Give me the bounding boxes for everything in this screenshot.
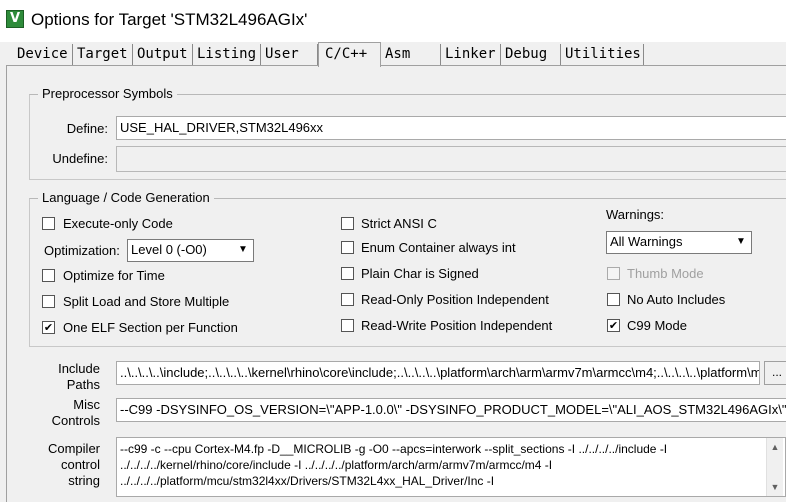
ro-position-independent-label: Read-Only Position Independent bbox=[361, 292, 549, 307]
include-paths-label-line1: Include bbox=[58, 361, 100, 376]
enum-container-checkbox[interactable] bbox=[341, 241, 354, 254]
warnings-label: Warnings: bbox=[606, 207, 665, 222]
thumb-mode-checkbox[interactable] bbox=[607, 267, 620, 280]
strict-ansi-label: Strict ANSI C bbox=[361, 216, 437, 231]
no-auto-includes-label: No Auto Includes bbox=[627, 292, 726, 307]
chevron-down-icon: ▼ bbox=[238, 244, 248, 255]
tab-debug[interactable]: Debug bbox=[502, 44, 561, 66]
language-group-title: Language / Code Generation bbox=[38, 190, 214, 206]
tab-linker[interactable]: Linker bbox=[442, 44, 501, 66]
c99-mode-label: C99 Mode bbox=[627, 318, 687, 333]
compiler-control-string[interactable]: --c99 -c --cpu Cortex-M4.fp -D__MICROLIB… bbox=[116, 437, 786, 497]
compiler-control-scrollbar[interactable]: ▲ ▼ bbox=[766, 438, 783, 496]
strict-ansi-checkbox[interactable] bbox=[341, 217, 354, 230]
misc-controls-label-line2: Controls bbox=[51, 413, 100, 428]
preprocessor-group-title: Preprocessor Symbols bbox=[38, 86, 177, 102]
optimization-label: Optimization: bbox=[44, 243, 120, 258]
c99-mode-checkbox[interactable]: ✔ bbox=[607, 319, 620, 332]
rw-position-independent-label: Read-Write Position Independent bbox=[361, 318, 553, 333]
title-bar: V Options for Target 'STM32L496AGIx' bbox=[0, 0, 786, 42]
compiler-control-label-line2: control bbox=[60, 457, 100, 472]
tab-device[interactable]: Device bbox=[14, 44, 73, 66]
thumb-mode-label: Thumb Mode bbox=[627, 266, 704, 281]
define-input[interactable]: USE_HAL_DRIVER,STM32L496xx bbox=[116, 116, 786, 140]
undefine-input[interactable] bbox=[116, 146, 786, 172]
execute-only-checkbox[interactable] bbox=[42, 217, 55, 230]
optimize-time-checkbox[interactable] bbox=[42, 269, 55, 282]
tab-user[interactable]: User bbox=[262, 44, 318, 66]
compiler-control-line2: ../../../../kernel/rhino/core/include -I… bbox=[120, 458, 553, 472]
split-load-store-label: Split Load and Store Multiple bbox=[63, 294, 230, 309]
compiler-control-label-line3: string bbox=[68, 473, 100, 488]
rw-position-independent-checkbox[interactable] bbox=[341, 319, 354, 332]
scroll-up-icon[interactable]: ▲ bbox=[767, 439, 783, 455]
define-label: Define: bbox=[66, 121, 108, 136]
optimization-select[interactable]: Level 0 (-O0) ▼ bbox=[127, 239, 254, 262]
tab-listing[interactable]: Listing bbox=[194, 44, 261, 66]
plain-char-label: Plain Char is Signed bbox=[361, 266, 479, 281]
tab-strip: Device Target Output Listing User C/C++ … bbox=[0, 42, 786, 67]
ro-position-independent-checkbox[interactable] bbox=[341, 293, 354, 306]
include-paths-label-line2: Paths bbox=[66, 377, 100, 392]
enum-container-label: Enum Container always int bbox=[361, 240, 516, 255]
optimize-time-label: Optimize for Time bbox=[63, 268, 165, 283]
include-paths-browse-button[interactable]: ... bbox=[764, 361, 786, 385]
tab-asm[interactable]: Asm bbox=[382, 44, 441, 66]
execute-only-label: Execute-only Code bbox=[63, 216, 173, 231]
keil-uvision-icon: V bbox=[6, 10, 24, 28]
scroll-down-icon[interactable]: ▼ bbox=[767, 479, 783, 495]
no-auto-includes-checkbox[interactable] bbox=[607, 293, 620, 306]
misc-controls-label-line1: Misc bbox=[73, 397, 100, 412]
warnings-value: All Warnings bbox=[610, 234, 683, 249]
compiler-control-label-line1: Compiler bbox=[47, 441, 100, 456]
undefine-label: Undefine: bbox=[52, 151, 108, 166]
one-elf-section-checkbox[interactable]: ✔ bbox=[42, 321, 55, 334]
tab-utilities[interactable]: Utilities bbox=[562, 44, 644, 66]
plain-char-checkbox[interactable] bbox=[341, 267, 354, 280]
warnings-select[interactable]: All Warnings ▼ bbox=[606, 231, 752, 254]
tab-target[interactable]: Target bbox=[74, 44, 133, 66]
one-elf-section-label: One ELF Section per Function bbox=[63, 320, 238, 335]
compiler-control-line3: ../../../../platform/mcu/stm32l4xx/Drive… bbox=[120, 474, 495, 488]
chevron-down-icon: ▼ bbox=[736, 236, 746, 247]
window-title: Options for Target 'STM32L496AGIx' bbox=[31, 10, 308, 29]
compiler-control-line1: --c99 -c --cpu Cortex-M4.fp -D__MICROLIB… bbox=[120, 442, 668, 456]
tab-c-cpp[interactable]: C/C++ bbox=[318, 42, 381, 67]
tab-output[interactable]: Output bbox=[134, 44, 193, 66]
split-load-store-checkbox[interactable] bbox=[42, 295, 55, 308]
optimization-value: Level 0 (-O0) bbox=[131, 242, 207, 257]
misc-controls-input[interactable]: --C99 -DSYSINFO_OS_VERSION=\"APP-1.0.0\"… bbox=[116, 398, 786, 422]
include-paths-input[interactable]: ..\..\..\..\include;..\..\..\..\kernel\r… bbox=[116, 361, 760, 385]
